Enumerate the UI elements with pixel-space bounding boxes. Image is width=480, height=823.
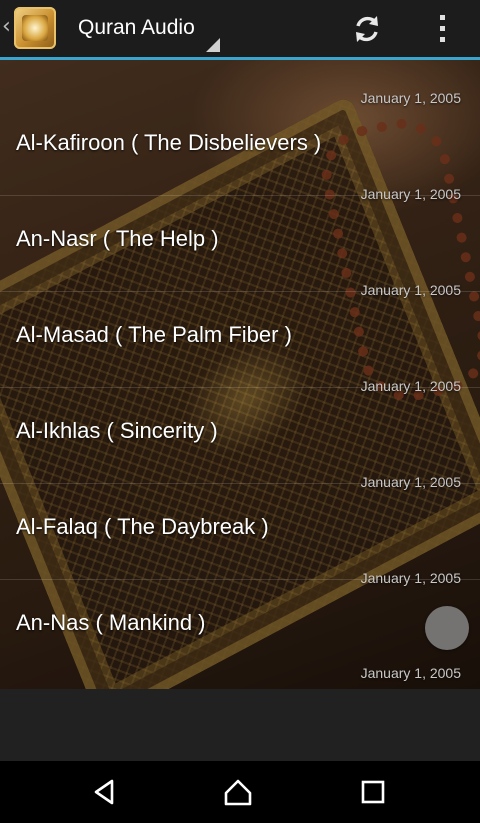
list-item-title: An-Nasr ( The Help ) bbox=[16, 226, 219, 251]
list-item-title: Al-Kafiroon ( The Disbelievers ) bbox=[16, 130, 322, 155]
surah-list[interactable]: January 1, 2005 Al-Kafiroon ( The Disbel… bbox=[0, 60, 480, 689]
list-item[interactable]: January 1, 2005 An-Nas ( Mankind ) bbox=[0, 570, 480, 676]
back-icon[interactable] bbox=[90, 777, 120, 807]
list-item[interactable]: January 1, 2005 Al-Ikhlas ( Sincerity ) bbox=[0, 378, 480, 484]
list-item-date: January 1, 2005 bbox=[360, 665, 461, 681]
empty-footer bbox=[0, 689, 480, 761]
refresh-icon[interactable] bbox=[350, 12, 384, 46]
floating-action-button[interactable] bbox=[425, 606, 469, 650]
spinner-indicator-icon[interactable] bbox=[206, 38, 220, 52]
list-item-title: Al-Ikhlas ( Sincerity ) bbox=[16, 418, 218, 443]
app-title[interactable]: Quran Audio bbox=[78, 16, 195, 40]
recents-icon[interactable] bbox=[358, 777, 388, 807]
list-item-title: An-Nas ( Mankind ) bbox=[16, 610, 206, 635]
list-item-title: Al-Masad ( The Palm Fiber ) bbox=[16, 322, 292, 347]
list-item[interactable]: January 1, 2005 Al-Falaq ( The Daybreak … bbox=[0, 474, 480, 580]
up-caret-icon[interactable]: ‹ bbox=[2, 14, 11, 39]
home-icon[interactable] bbox=[223, 777, 253, 807]
list-item[interactable]: January 1, 2005 Al-Masad ( The Palm Fibe… bbox=[0, 282, 480, 388]
list-item-title: Al-Falaq ( The Daybreak ) bbox=[16, 514, 269, 539]
list-item[interactable]: January 1, 2005 Al-Kafiroon ( The Disbel… bbox=[0, 90, 480, 196]
list-item-date: January 1, 2005 bbox=[360, 474, 461, 490]
action-bar: ‹ Quran Audio bbox=[0, 0, 480, 57]
list-item-date: January 1, 2005 bbox=[360, 282, 461, 298]
system-navigation-bar bbox=[0, 761, 480, 823]
list-item[interactable]: January 1, 2005 An-Nasr ( The Help ) bbox=[0, 186, 480, 292]
list-item-date: January 1, 2005 bbox=[360, 186, 461, 202]
list-item-date: January 1, 2005 bbox=[360, 570, 461, 586]
list-item-date: January 1, 2005 bbox=[360, 90, 461, 106]
overflow-menu-icon[interactable] bbox=[430, 12, 454, 46]
list-item-date: January 1, 2005 bbox=[360, 378, 461, 394]
quran-book-icon[interactable] bbox=[14, 7, 56, 49]
